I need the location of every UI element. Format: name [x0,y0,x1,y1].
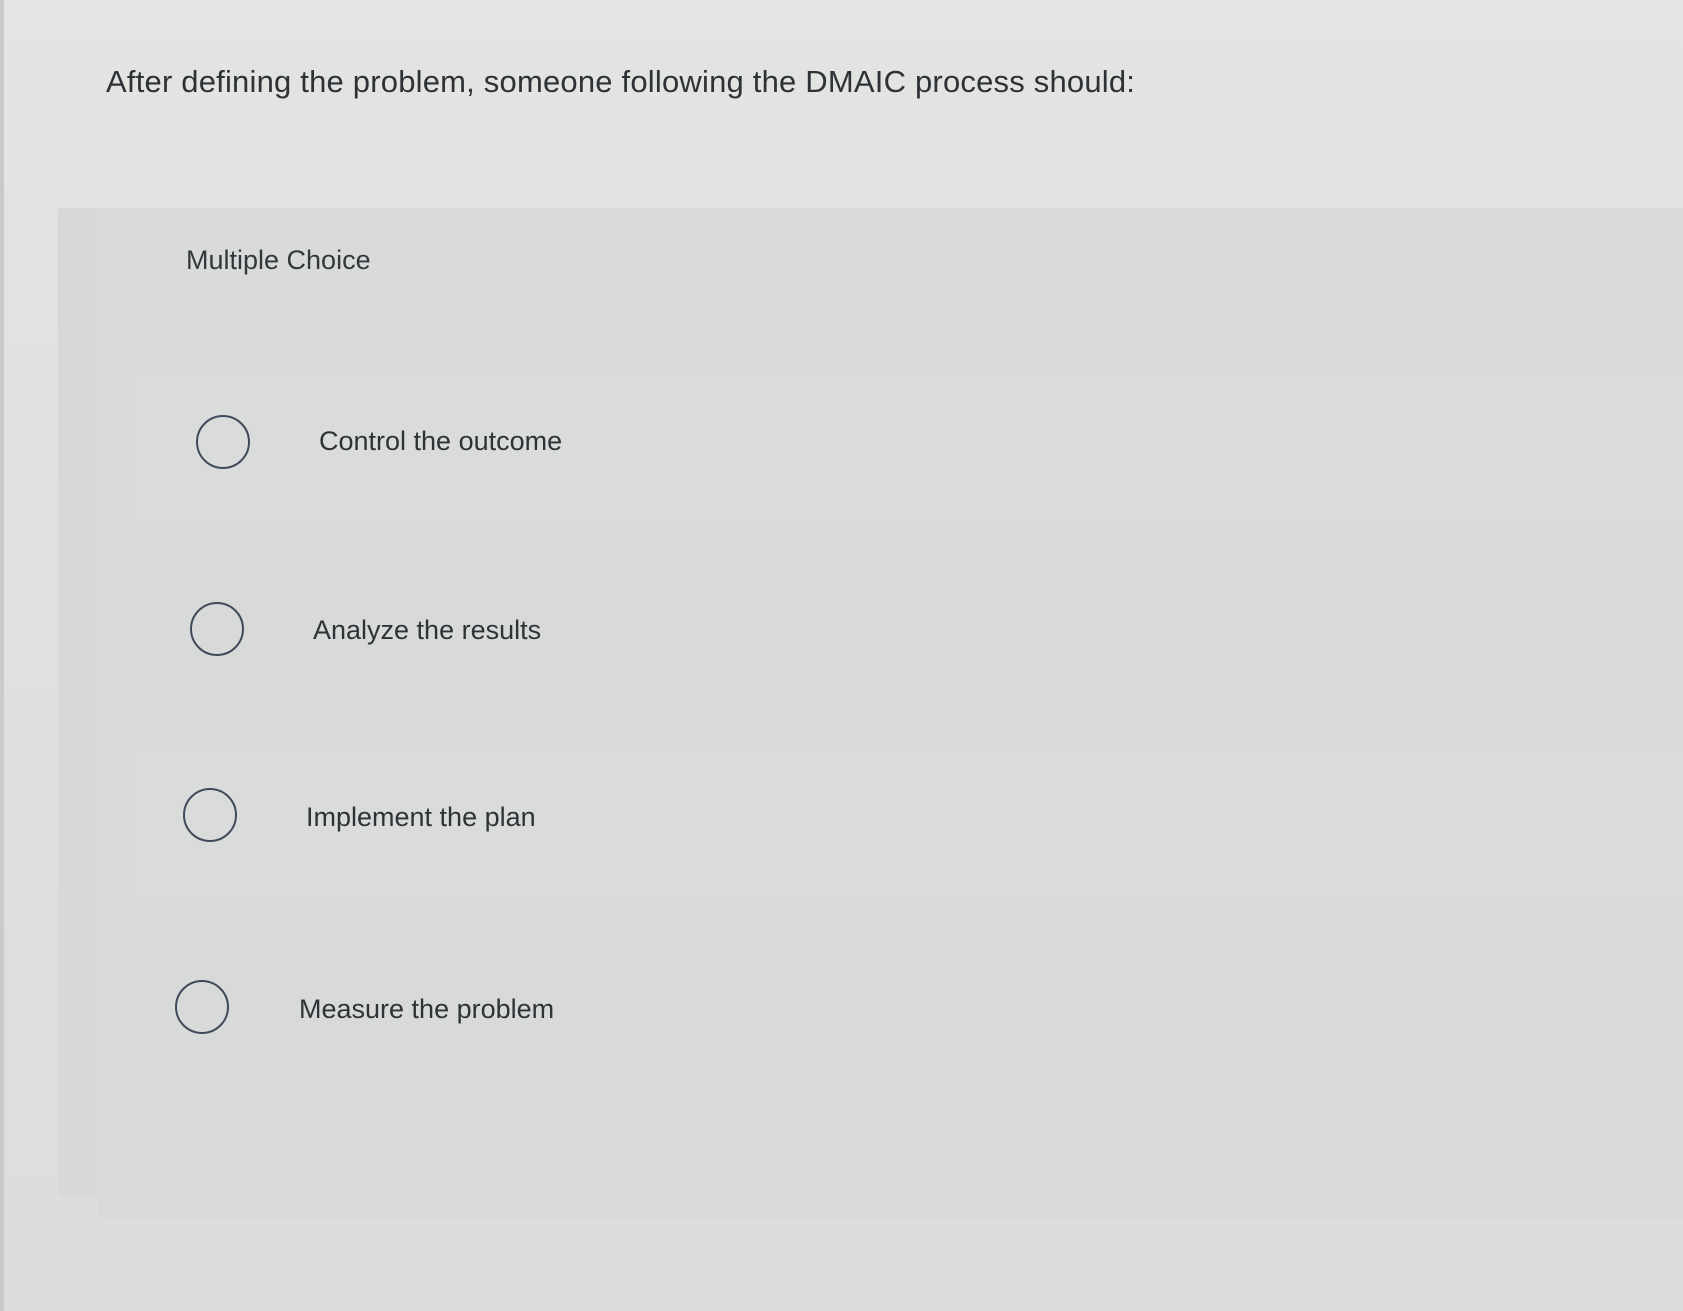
radio-button-icon[interactable] [196,415,250,469]
radio-button-icon[interactable] [190,602,244,656]
answer-option-3[interactable]: Implement the plan [130,748,1683,898]
radio-button-icon[interactable] [183,788,237,842]
answer-option-1[interactable]: Control the outcome [130,370,1683,520]
radio-button-icon[interactable] [175,980,229,1034]
question-type-label: Multiple Choice [186,245,371,275]
answer-option-label: Implement the plan [306,802,536,832]
left-border [0,0,4,1311]
answer-option-label: Control the outcome [319,426,563,456]
answer-option-4[interactable]: Measure the problem [130,940,1683,1090]
answer-option-label: Analyze the results [313,615,542,645]
question-text: After defining the problem, someone foll… [106,64,1136,99]
answer-option-label: Measure the problem [299,994,555,1024]
answer-option-2[interactable]: Analyze the results [130,560,1683,710]
